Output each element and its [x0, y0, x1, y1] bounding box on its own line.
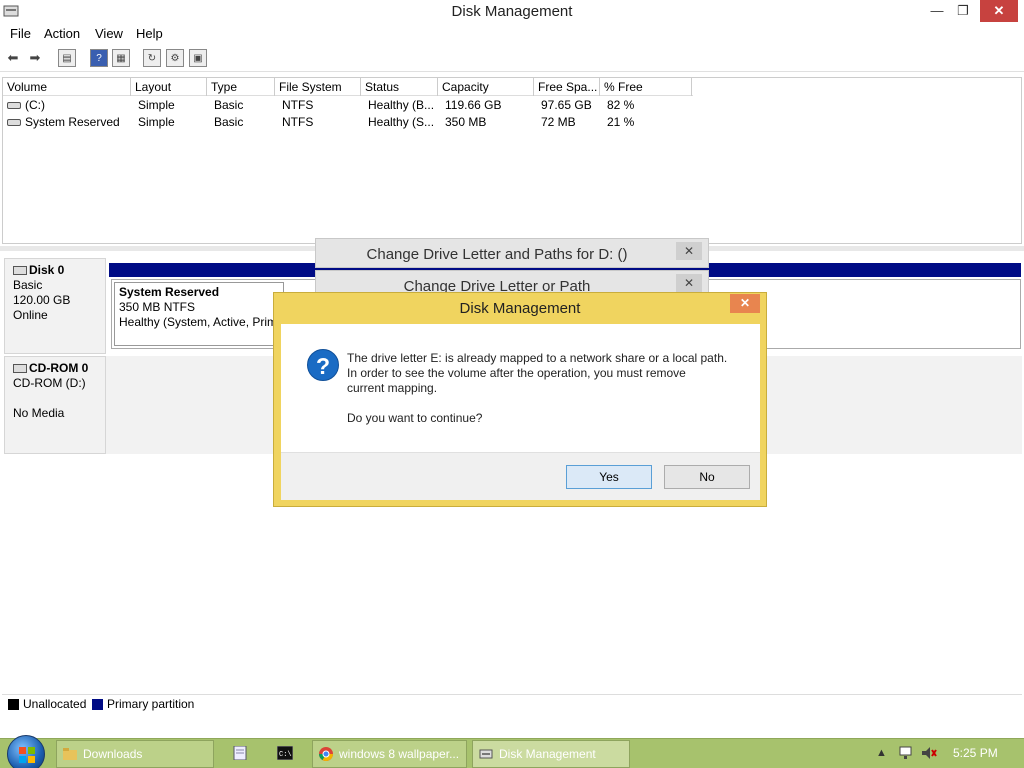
cell-percent-free: 82 % — [607, 98, 635, 112]
message-box-title: Disk Management — [459, 300, 581, 317]
menu-bar: File Action View Help — [0, 24, 1024, 44]
table-row[interactable]: (C:) Simple Basic NTFS Healthy (B... 119… — [3, 97, 693, 114]
cell-free-space: 72 MB — [541, 115, 576, 129]
legend-primary-partition: Primary partition — [107, 697, 195, 711]
toolbar: ⬅ ➡ ▤ ? ▦ ↻ ⚙ ▣ — [0, 46, 1024, 72]
no-button[interactable]: No — [664, 465, 750, 489]
chrome-icon — [319, 747, 333, 761]
legend: Unallocated Primary partition — [2, 694, 1022, 712]
cell-status: Healthy (B... — [368, 98, 435, 112]
question-text: Do you want to continue? — [347, 411, 483, 425]
change-drive-letter-dialog: Change Drive Letter or Path ✕ — [315, 270, 709, 295]
column-file-system[interactable]: File System — [275, 78, 361, 96]
cell-layout: Simple — [138, 115, 175, 129]
window-title: Disk Management — [451, 3, 573, 20]
disk-management-icon — [479, 749, 493, 759]
hard-disk-icon — [13, 266, 27, 276]
drive-icon — [7, 119, 21, 127]
column-capacity[interactable]: Capacity — [438, 78, 534, 96]
close-icon[interactable]: ✕ — [676, 242, 702, 260]
properties-icon[interactable]: ▦ — [112, 49, 130, 67]
taskbar-item-downloads[interactable]: Downloads — [56, 740, 214, 768]
partition-system-reserved[interactable]: System Reserved 350 MB NTFS Healthy (Sys… — [114, 282, 284, 346]
show-hidden-icons-icon[interactable]: ▲ — [876, 747, 887, 759]
cell-file-system: NTFS — [282, 98, 314, 112]
column-percent-free[interactable]: % Free — [600, 78, 692, 96]
restore-button[interactable]: ❐ — [950, 0, 976, 22]
svg-text:C:\: C:\ — [279, 751, 292, 759]
rescan-disks-icon[interactable]: ⚙ — [166, 49, 184, 67]
table-row[interactable]: System Reserved Simple Basic NTFS Health… — [3, 114, 693, 131]
primary-partition-swatch — [92, 699, 103, 710]
network-icon[interactable] — [898, 746, 914, 760]
column-free-space[interactable]: Free Spa... — [534, 78, 600, 96]
start-button[interactable] — [7, 735, 45, 768]
cell-layout: Simple — [138, 98, 175, 112]
cd-drive-icon — [13, 364, 27, 374]
column-status[interactable]: Status — [361, 78, 438, 96]
close-button[interactable]: ✕ — [980, 0, 1018, 22]
message-box-body: ? The drive letter E: is already mapped … — [281, 324, 760, 500]
cell-free-space: 97.65 GB — [541, 98, 592, 112]
menu-action[interactable]: Action — [44, 26, 80, 41]
message-box-close-button[interactable]: ✕ — [730, 294, 760, 313]
cell-capacity: 119.66 GB — [445, 98, 502, 112]
dialog-title: Change Drive Letter and Paths for D: () — [366, 246, 628, 263]
message-box-footer: Yes No — [281, 452, 760, 500]
window-titlebar: Disk Management — ❐ ✕ — [0, 0, 1024, 24]
notepad-icon[interactable] — [232, 746, 248, 760]
unallocated-swatch — [8, 699, 19, 710]
volume-list: Volume Layout Type File System Status Ca… — [2, 77, 1022, 244]
cell-type: Basic — [214, 98, 244, 112]
column-layout[interactable]: Layout — [131, 78, 207, 96]
message-text: The drive letter E: is already mapped to… — [347, 351, 747, 426]
menu-view[interactable]: View — [95, 26, 123, 41]
settings-icon[interactable]: ▣ — [189, 49, 207, 67]
forward-arrow-icon[interactable]: ➡ — [26, 49, 44, 67]
column-type[interactable]: Type — [207, 78, 275, 96]
refresh-icon[interactable]: ↻ — [143, 49, 161, 67]
cell-type: Basic — [214, 115, 244, 129]
drive-icon — [7, 102, 21, 110]
folder-icon — [63, 748, 77, 760]
menu-file[interactable]: File — [10, 26, 31, 41]
legend-unallocated: Unallocated — [23, 697, 87, 711]
yes-button[interactable]: Yes — [566, 465, 652, 489]
windows-logo-icon — [19, 747, 35, 763]
cdrom-0-label[interactable]: CD-ROM 0 CD-ROM (D:) No Media — [4, 356, 106, 454]
question-icon: ? — [307, 349, 339, 381]
taskbar-item-chrome[interactable]: windows 8 wallpaper... — [312, 740, 467, 768]
cell-file-system: NTFS — [282, 115, 314, 129]
cell-percent-free: 21 % — [607, 115, 635, 129]
minimize-button[interactable]: — — [924, 0, 950, 22]
cell-volume: (C:) — [3, 97, 131, 114]
cell-volume: System Reserved — [3, 114, 131, 131]
close-icon[interactable]: ✕ — [676, 274, 702, 292]
back-arrow-icon[interactable]: ⬅ — [4, 49, 22, 67]
menu-help[interactable]: Help — [136, 26, 163, 41]
command-prompt-icon[interactable]: C:\ — [277, 746, 293, 760]
cell-capacity: 350 MB — [445, 115, 487, 129]
change-drive-letter-paths-dialog: Change Drive Letter and Paths for D: () … — [315, 238, 709, 268]
help-icon[interactable]: ? — [90, 49, 108, 67]
column-volume[interactable]: Volume — [3, 78, 131, 96]
disk-management-message-box: Disk Management ✕ ? The drive letter E: … — [273, 292, 767, 507]
taskbar-item-disk-management[interactable]: Disk Management — [472, 740, 630, 768]
system-clock[interactable]: 5:25 PM — [953, 746, 998, 760]
cell-status: Healthy (S... — [368, 115, 435, 129]
volume-muted-icon[interactable] — [921, 746, 937, 760]
taskbar: Downloads C:\ windows 8 wallpaper... Dis… — [0, 735, 1024, 768]
disk-0-label[interactable]: Disk 0 Basic 120.00 GB Online — [4, 258, 106, 354]
console-tree-icon[interactable]: ▤ — [58, 49, 76, 67]
volume-list-header: Volume Layout Type File System Status Ca… — [3, 78, 693, 96]
